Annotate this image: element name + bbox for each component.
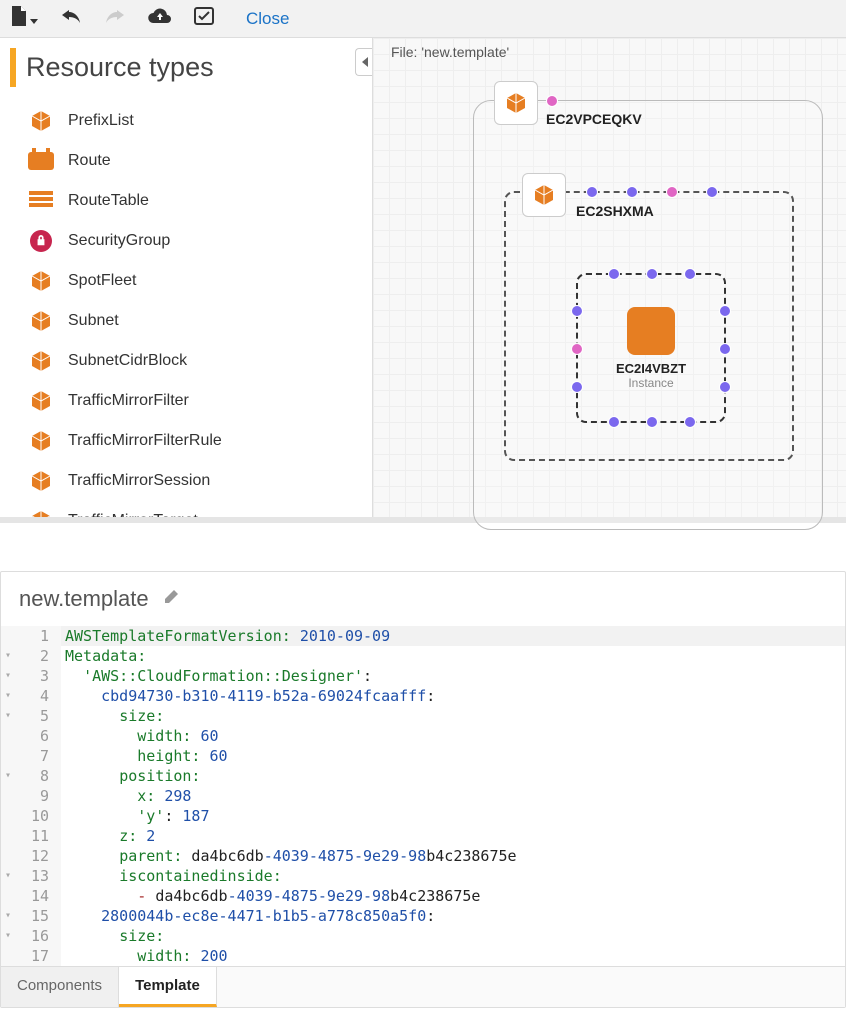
resource-item[interactable]: PrefixList xyxy=(10,101,362,141)
collapse-sidebar-button[interactable] xyxy=(355,48,372,76)
connector-port[interactable] xyxy=(719,381,731,393)
designer-canvas[interactable]: File: 'new.template' EC2VPCEQKV EC2SHXMA xyxy=(372,38,846,517)
canvas-file-label: File: 'new.template' xyxy=(391,44,509,60)
connector-port[interactable] xyxy=(684,416,696,428)
tab-template[interactable]: Template xyxy=(119,967,217,1007)
connector-port[interactable] xyxy=(571,305,583,317)
connector-port[interactable] xyxy=(586,186,598,198)
connector-port[interactable] xyxy=(646,416,658,428)
new-file-button[interactable] xyxy=(10,6,38,31)
connector-port[interactable] xyxy=(646,268,658,280)
close-link[interactable]: Close xyxy=(246,9,289,29)
subnet-label: EC2SHXMA xyxy=(576,203,654,219)
connector-port[interactable] xyxy=(546,95,558,107)
rename-file-button[interactable] xyxy=(163,589,179,610)
connector-port[interactable] xyxy=(571,381,583,393)
resource-label: SpotFleet xyxy=(68,272,136,290)
resource-item[interactable]: RouteTable xyxy=(10,181,362,221)
resource-item[interactable]: TrafficMirrorTarget xyxy=(10,501,362,517)
undo-button[interactable] xyxy=(60,6,82,31)
connector-port[interactable] xyxy=(706,186,718,198)
resource-label: PrefixList xyxy=(68,112,134,130)
connector-port[interactable] xyxy=(684,268,696,280)
connector-port[interactable] xyxy=(719,305,731,317)
resource-item[interactable]: Subnet xyxy=(10,301,362,341)
instance-label: EC2I4VBZT xyxy=(616,361,686,376)
resource-label: TrafficMirrorSession xyxy=(68,472,210,490)
instance-node[interactable]: EC2I4VBZT Instance xyxy=(576,273,726,423)
connector-port[interactable] xyxy=(571,343,583,355)
editor-panel: new.template 1AWSTemplateFormatVersion: … xyxy=(0,571,846,1008)
vpc-container[interactable]: EC2VPCEQKV EC2SHXMA xyxy=(473,100,823,530)
resource-label: TrafficMirrorTarget xyxy=(68,512,198,517)
main-area: Resource types PrefixList Route RouteTable… xyxy=(0,38,846,523)
resource-item[interactable]: SecurityGroup xyxy=(10,221,362,261)
resource-types-sidebar: Resource types PrefixList Route RouteTable… xyxy=(0,38,372,517)
tab-components[interactable]: Components xyxy=(1,967,119,1007)
cloud-upload-button[interactable] xyxy=(148,7,172,30)
resource-item[interactable]: Route xyxy=(10,141,362,181)
editor-filename: new.template xyxy=(19,586,149,612)
connector-port[interactable] xyxy=(608,416,620,428)
connector-port[interactable] xyxy=(666,186,678,198)
resource-label: RouteTable xyxy=(68,192,149,210)
resource-label: SecurityGroup xyxy=(68,232,170,250)
toolbar: Close xyxy=(0,0,846,38)
resource-label: TrafficMirrorFilter xyxy=(68,392,189,410)
resource-label: TrafficMirrorFilterRule xyxy=(68,432,222,450)
redo-button[interactable] xyxy=(104,6,126,31)
instance-icon xyxy=(627,307,675,355)
editor-header: new.template xyxy=(1,572,845,626)
connector-port[interactable] xyxy=(719,343,731,355)
connector-port[interactable] xyxy=(608,268,620,280)
vpc-icon xyxy=(494,81,538,125)
instance-sublabel: Instance xyxy=(628,376,673,390)
validate-button[interactable] xyxy=(194,7,214,30)
resource-item[interactable]: TrafficMirrorFilter xyxy=(10,381,362,421)
editor-tabs: Components Template xyxy=(1,966,845,1007)
subnet-icon xyxy=(522,173,566,217)
vpc-label: EC2VPCEQKV xyxy=(546,111,642,127)
resource-item[interactable]: SpotFleet xyxy=(10,261,362,301)
resource-label: Route xyxy=(68,152,111,170)
subnet-container[interactable]: EC2SHXMA EC2I4VBZT xyxy=(504,191,794,461)
resource-label: SubnetCidrBlock xyxy=(68,352,187,370)
resource-label: Subnet xyxy=(68,312,119,330)
sidebar-title: Resource types xyxy=(10,48,362,87)
code-editor[interactable]: 1AWSTemplateFormatVersion: 2010-09-09▾2M… xyxy=(1,626,845,966)
resource-item[interactable]: TrafficMirrorSession xyxy=(10,461,362,501)
resource-item[interactable]: TrafficMirrorFilterRule xyxy=(10,421,362,461)
connector-port[interactable] xyxy=(626,186,638,198)
resource-item[interactable]: SubnetCidrBlock xyxy=(10,341,362,381)
